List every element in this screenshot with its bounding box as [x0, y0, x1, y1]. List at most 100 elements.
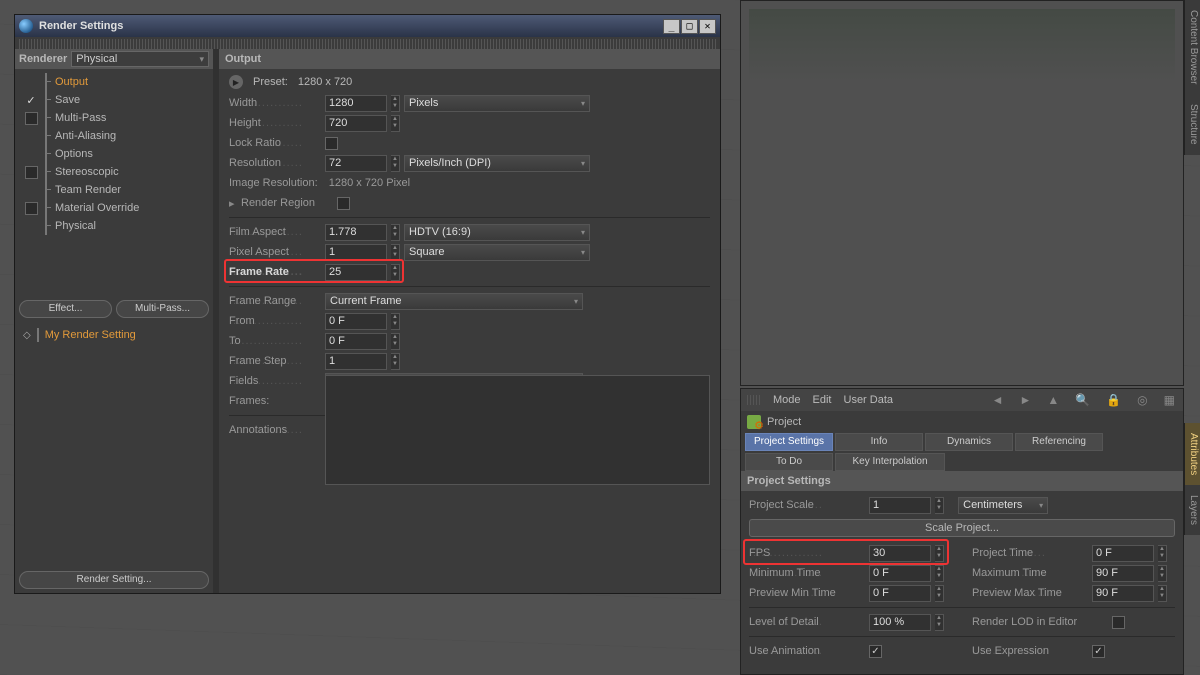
- pixelaspect-input[interactable]: 1: [325, 244, 387, 261]
- height-spinner[interactable]: ▲▼: [391, 115, 400, 132]
- vtab-layers[interactable]: Layers: [1184, 485, 1200, 535]
- attributes-panel: Mode Edit User Data ◄ ► ▲ 🔍 🔒 ◎ ▦ Projec…: [740, 388, 1184, 675]
- projscale-spinner[interactable]: ▲▼: [935, 497, 944, 514]
- mintime-input[interactable]: 0 F: [869, 565, 931, 582]
- pmax-spinner[interactable]: ▲▼: [1158, 585, 1167, 602]
- useanim-checkbox[interactable]: [869, 645, 882, 658]
- mintime-spinner[interactable]: ▲▼: [935, 565, 944, 582]
- width-input[interactable]: 1280: [325, 95, 387, 112]
- lod-spinner[interactable]: ▲▼: [935, 614, 944, 631]
- nav-up-icon[interactable]: ▲: [1047, 393, 1059, 407]
- window-titlebar[interactable]: Render Settings _ □ ✕: [15, 15, 720, 37]
- tab-todo[interactable]: To Do: [745, 453, 833, 471]
- framerate-input[interactable]: 25: [325, 264, 387, 281]
- renderregion-label: Render Region: [241, 197, 333, 209]
- multipass-button[interactable]: Multi-Pass...: [116, 300, 209, 318]
- pmin-spinner[interactable]: ▲▼: [935, 585, 944, 602]
- close-button[interactable]: ✕: [699, 19, 716, 34]
- render-setting-button[interactable]: Render Setting...: [19, 571, 209, 589]
- useexpr-checkbox[interactable]: [1092, 645, 1105, 658]
- breadcrumb[interactable]: Project: [767, 416, 801, 428]
- annotations-input[interactable]: [325, 375, 710, 485]
- to-spinner[interactable]: ▲▼: [391, 333, 400, 350]
- target-icon[interactable]: ◎: [1137, 393, 1147, 407]
- attr-drag-handle[interactable]: [747, 395, 761, 405]
- vtab-attributes[interactable]: Attributes: [1184, 423, 1200, 485]
- drag-handle[interactable]: [19, 39, 716, 49]
- search-icon[interactable]: 🔍: [1075, 393, 1090, 407]
- resolution-spinner[interactable]: ▲▼: [391, 155, 400, 172]
- stereoscopic-checkbox[interactable]: [25, 166, 38, 179]
- viewport[interactable]: [740, 0, 1184, 386]
- tab-project-settings[interactable]: Project Settings: [745, 433, 833, 451]
- multipass-checkbox[interactable]: [25, 112, 38, 125]
- lock-icon[interactable]: 🔒: [1106, 393, 1121, 407]
- pmin-input[interactable]: 0 F: [869, 585, 931, 602]
- tree-antialiasing[interactable]: Anti-Aliasing: [15, 127, 213, 145]
- vtab-structure[interactable]: Structure: [1184, 94, 1200, 155]
- renderer-dropdown[interactable]: Physical: [71, 51, 209, 67]
- render-sidebar: Renderer Physical Output ✓Save Multi-Pas…: [15, 49, 219, 593]
- projscale-input[interactable]: 1: [869, 497, 931, 514]
- filmaspect-dropdown[interactable]: HDTV (16:9): [404, 224, 590, 241]
- projscale-unit-dropdown[interactable]: Centimeters: [958, 497, 1048, 514]
- projecttime-spinner[interactable]: ▲▼: [1158, 545, 1167, 562]
- tree-options[interactable]: Options: [15, 145, 213, 163]
- width-unit-dropdown[interactable]: Pixels: [404, 95, 590, 112]
- height-input[interactable]: 720: [325, 115, 387, 132]
- frames-label: Frames:: [229, 395, 321, 407]
- pmax-input[interactable]: 90 F: [1092, 585, 1154, 602]
- scale-project-button[interactable]: Scale Project...: [749, 519, 1175, 537]
- useanim-label: Use Animation: [749, 645, 865, 657]
- from-input[interactable]: 0 F: [325, 313, 387, 330]
- tree-physical[interactable]: Physical: [15, 217, 213, 235]
- effect-button[interactable]: Effect...: [19, 300, 112, 318]
- filmaspect-spinner[interactable]: ▲▼: [391, 224, 400, 241]
- pixelaspect-dropdown[interactable]: Square: [404, 244, 590, 261]
- nav-fwd-icon[interactable]: ►: [1019, 393, 1031, 407]
- preset-play-icon[interactable]: ▶: [229, 75, 243, 89]
- lockratio-checkbox[interactable]: [325, 137, 338, 150]
- renderlod-checkbox[interactable]: [1112, 616, 1125, 629]
- framerate-spinner[interactable]: ▲▼: [391, 264, 400, 281]
- materialoverride-checkbox[interactable]: [25, 202, 38, 215]
- menu-edit[interactable]: Edit: [813, 394, 832, 406]
- maximize-button[interactable]: □: [681, 19, 698, 34]
- tree-save[interactable]: ✓Save: [15, 91, 213, 109]
- tab-referencing[interactable]: Referencing: [1015, 433, 1103, 451]
- width-spinner[interactable]: ▲▼: [391, 95, 400, 112]
- maxtime-spinner[interactable]: ▲▼: [1158, 565, 1167, 582]
- to-input[interactable]: 0 F: [325, 333, 387, 350]
- my-render-setting[interactable]: ◇ My Render Setting: [23, 328, 205, 342]
- new-panel-icon[interactable]: ▦: [1164, 393, 1175, 407]
- minimize-button[interactable]: _: [663, 19, 680, 34]
- renderregion-checkbox[interactable]: [337, 197, 350, 210]
- tab-dynamics[interactable]: Dynamics: [925, 433, 1013, 451]
- menu-mode[interactable]: Mode: [773, 394, 801, 406]
- projecttime-input[interactable]: 0 F: [1092, 545, 1154, 562]
- maxtime-input[interactable]: 90 F: [1092, 565, 1154, 582]
- nav-back-icon[interactable]: ◄: [992, 393, 1004, 407]
- pixelaspect-spinner[interactable]: ▲▼: [391, 244, 400, 261]
- from-spinner[interactable]: ▲▼: [391, 313, 400, 330]
- resolution-input[interactable]: 72: [325, 155, 387, 172]
- tab-info[interactable]: Info: [835, 433, 923, 451]
- filmaspect-input[interactable]: 1.778: [325, 224, 387, 241]
- tree-multipass[interactable]: Multi-Pass: [15, 109, 213, 127]
- tree-stereoscopic[interactable]: Stereoscopic: [15, 163, 213, 181]
- framestep-spinner[interactable]: ▲▼: [391, 353, 400, 370]
- fps-input[interactable]: 30: [869, 545, 931, 562]
- tab-keyinterp[interactable]: Key Interpolation: [835, 453, 945, 471]
- tree-output[interactable]: Output: [15, 73, 213, 91]
- framestep-input[interactable]: 1: [325, 353, 387, 370]
- tree-teamrender[interactable]: Team Render: [15, 181, 213, 199]
- framerange-dropdown[interactable]: Current Frame: [325, 293, 583, 310]
- vertical-tabs: Content Browser Structure Attributes Lay…: [1184, 0, 1200, 675]
- fps-spinner[interactable]: ▲▼: [935, 545, 944, 562]
- lod-input[interactable]: 100 %: [869, 614, 931, 631]
- expand-renderregion-icon[interactable]: ▸: [229, 197, 237, 210]
- vtab-content-browser[interactable]: Content Browser: [1184, 0, 1200, 94]
- menu-userdata[interactable]: User Data: [844, 394, 894, 406]
- tree-materialoverride[interactable]: Material Override: [15, 199, 213, 217]
- resolution-unit-dropdown[interactable]: Pixels/Inch (DPI): [404, 155, 590, 172]
